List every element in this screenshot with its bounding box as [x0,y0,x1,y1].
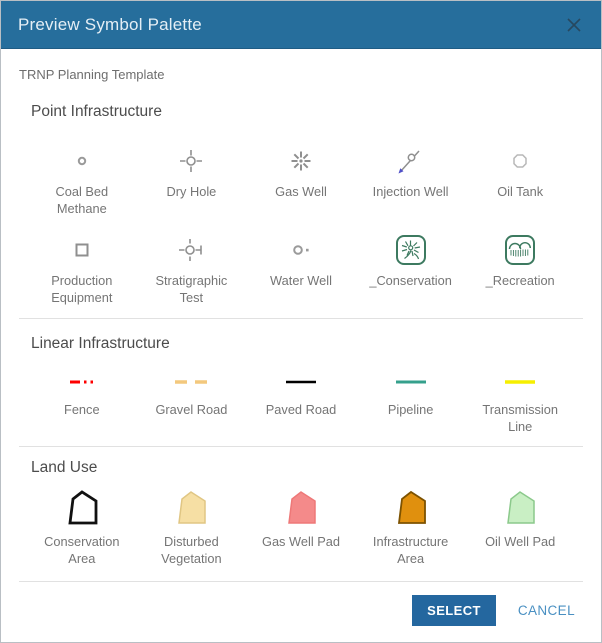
palette-item-oil-well-pad: Oil Well Pad [465,477,575,568]
cancel-link[interactable]: CANCEL [518,603,575,618]
recreation-marker-icon [504,232,536,268]
palette-item-pipeline: Pipeline [356,353,466,436]
conservation-marker-icon [395,232,427,268]
symbol-label: Production Equipment [27,272,137,307]
section-divider [19,446,583,447]
palette-item-transmission-line: Transmission Line [465,353,575,436]
gas-well-pad-polygon-icon [279,485,323,529]
dry-hole-icon [171,143,211,179]
gas-well-icon [281,143,321,179]
palette-item-disturbed-vegetation: Disturbed Vegetation [137,477,247,568]
symbol-label: Injection Well [367,183,455,200]
palette-item-gas-well-pad: Gas Well Pad [246,477,356,568]
dialog-header: Preview Symbol Palette [1,1,601,49]
palette-item-production-equipment: Production Equipment [27,218,137,307]
section-heading-land-use: Land Use [31,459,601,477]
palette-item-conservation: _Conservation [356,218,466,307]
palette-item-conservation-area: Conservation Area [27,477,137,568]
oil-well-pad-polygon-icon [498,485,542,529]
symbol-label: Stratigraphic Test [137,272,247,307]
coal-bed-methane-icon [62,143,102,179]
palette-item-injection-well: Injection Well [356,121,466,218]
symbol-label: Pipeline [382,401,440,418]
palette-item-coal-bed-methane: Coal Bed Methane [27,121,137,218]
symbol-label: Infrastructure Area [356,533,466,568]
section-heading-point-infrastructure: Point Infrastructure [31,103,601,121]
symbol-label: Dry Hole [161,183,223,200]
palette-item-infrastructure-area: Infrastructure Area [356,477,466,568]
dialog-title: Preview Symbol Palette [18,15,202,35]
symbol-label: Water Well [264,272,338,289]
template-name: TRNP Planning Template [19,67,583,82]
symbol-label: Coal Bed Methane [27,183,137,218]
palette-item-dry-hole: Dry Hole [137,121,247,218]
fence-line-icon [47,367,117,397]
palette-item-paved-road: Paved Road [246,353,356,436]
stratigraphic-test-icon [171,232,211,268]
symbol-label: Disturbed Vegetation [137,533,247,568]
symbol-label: _Recreation [480,272,561,289]
point-infrastructure-grid-row1: Coal Bed Methane Dry Hole [1,121,601,218]
symbol-label: Gravel Road [149,401,233,418]
palette-item-gas-well: Gas Well [246,121,356,218]
injection-well-icon [391,143,431,179]
symbol-label: Oil Well Pad [479,533,561,550]
paved-road-line-icon [266,367,336,397]
disturbed-vegetation-polygon-icon [169,485,213,529]
close-icon[interactable] [563,14,585,36]
palette-item-gravel-road: Gravel Road [137,353,247,436]
symbol-label: Oil Tank [491,183,549,200]
point-infrastructure-grid-row2: Production Equipment Stratigraphic Test … [1,218,601,307]
symbol-label: Gas Well Pad [256,533,346,550]
dialog-footer: SELECT CANCEL [1,582,601,626]
symbol-label: Gas Well [269,183,333,200]
symbol-label: Conservation Area [27,533,137,568]
gravel-road-line-icon [156,367,226,397]
select-button[interactable]: SELECT [412,595,496,626]
palette-item-stratigraphic-test: Stratigraphic Test [137,218,247,307]
linear-infrastructure-grid: Fence Gravel Road Paved Road [1,353,601,436]
conservation-area-polygon-icon [60,485,104,529]
palette-item-oil-tank: Oil Tank [465,121,575,218]
section-divider [19,318,583,319]
symbol-label: Transmission Line [465,401,575,436]
pipeline-line-icon [376,367,446,397]
oil-tank-icon [500,143,540,179]
land-use-grid: Conservation Area Disturbed Vegetation G… [1,477,601,568]
symbol-label: _Conservation [363,272,458,289]
symbol-label: Paved Road [260,401,342,418]
transmission-line-icon [485,367,555,397]
symbol-label: Fence [58,401,106,418]
palette-item-recreation: _Recreation [465,218,575,307]
production-equipment-icon [62,232,102,268]
water-well-icon [281,232,321,268]
palette-item-fence: Fence [27,353,137,436]
preview-symbol-palette-dialog: Preview Symbol Palette TRNP Planning Tem… [0,0,602,643]
infrastructure-area-polygon-icon [389,485,433,529]
palette-item-water-well: Water Well [246,218,356,307]
section-heading-linear-infrastructure: Linear Infrastructure [31,335,601,353]
